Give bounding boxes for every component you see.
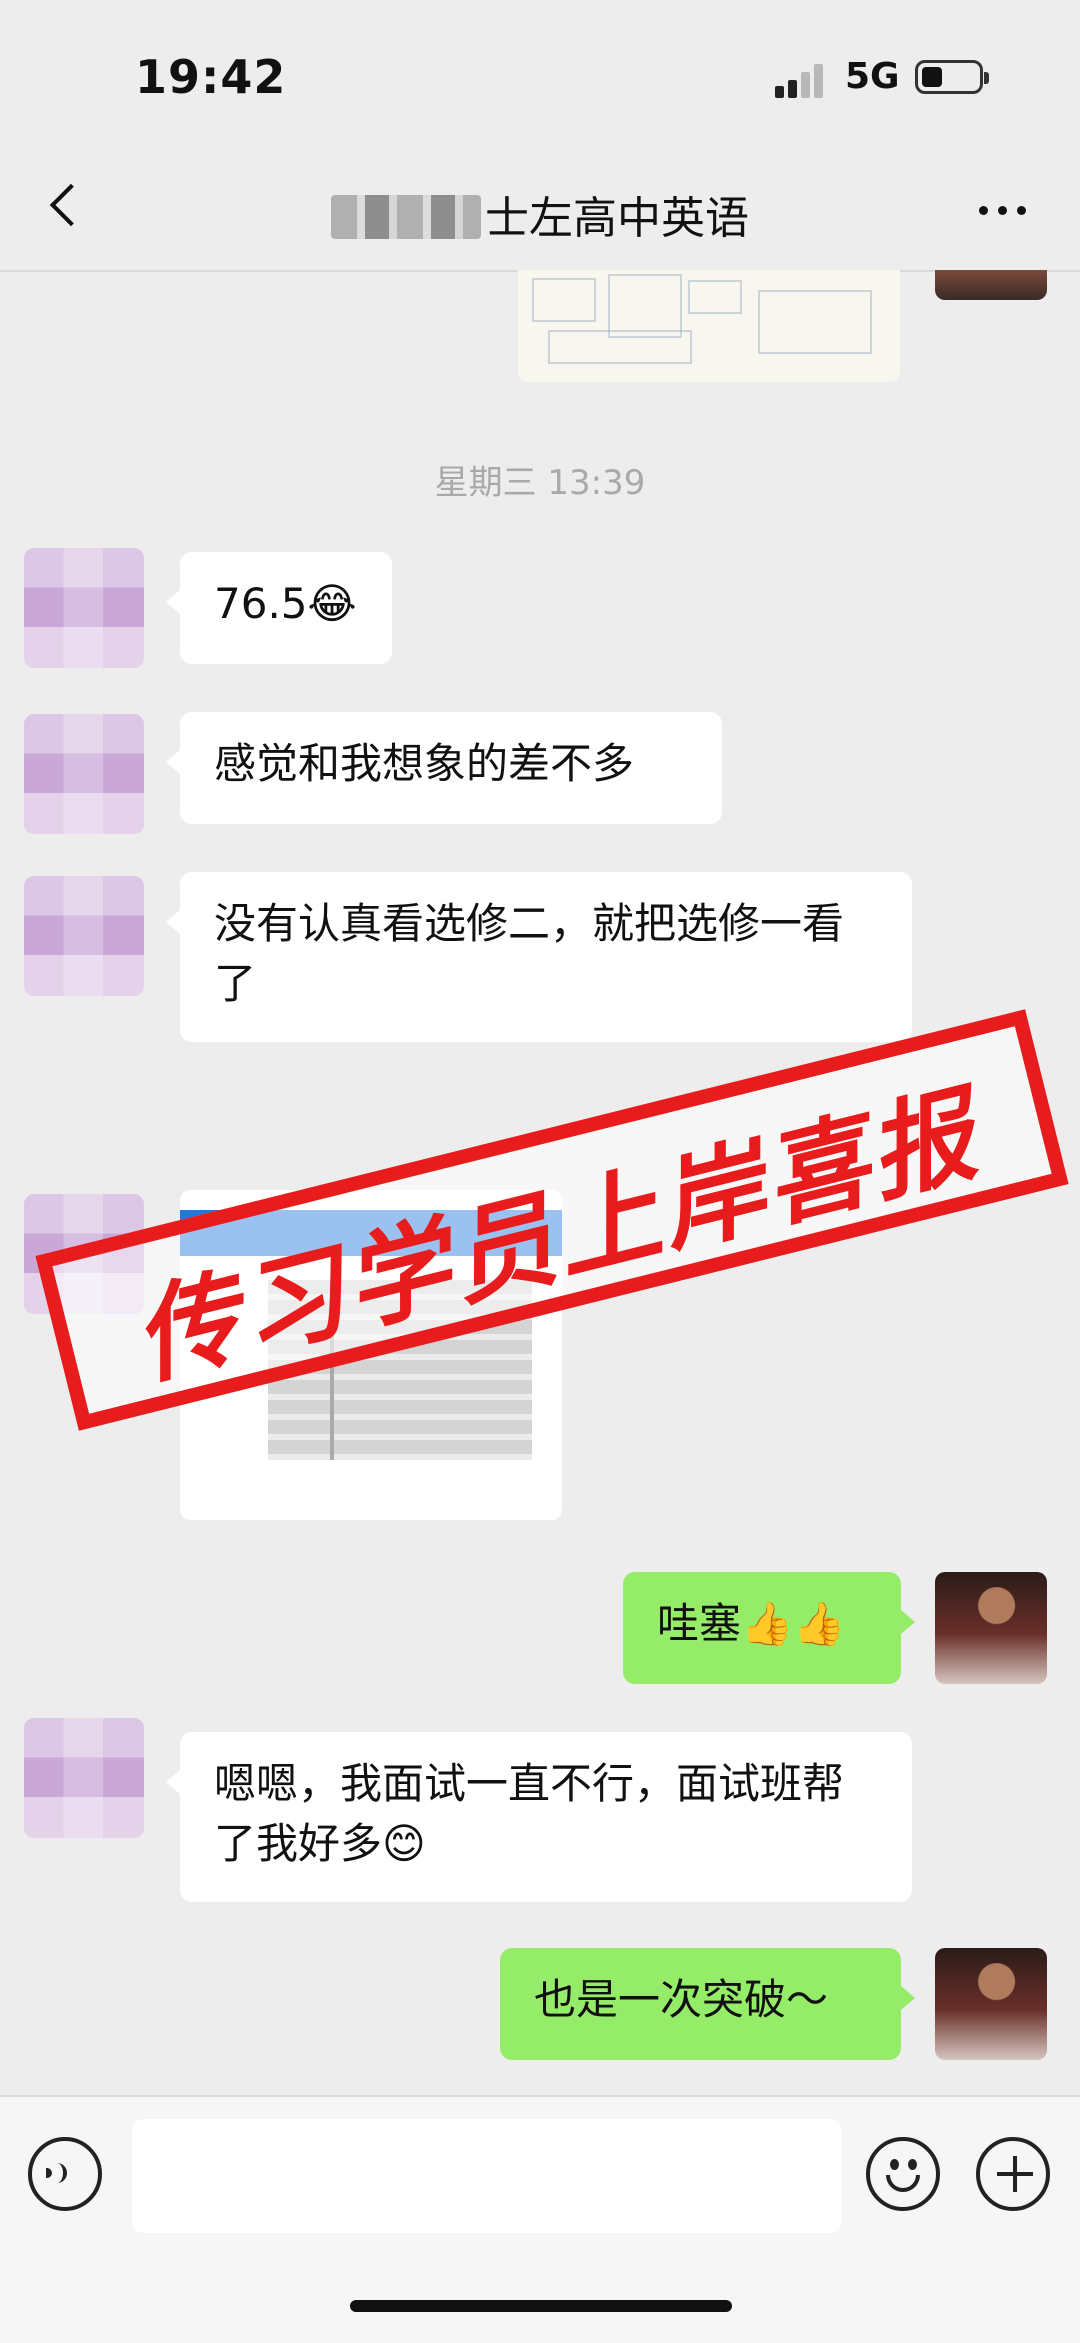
chat-title: 士左高中英语 xyxy=(0,182,1080,246)
message-bubble[interactable]: 没有认真看选修二，就把选修一看了 xyxy=(166,872,912,1042)
message-bubble[interactable]: 感觉和我想象的差不多 xyxy=(166,712,722,824)
avatar[interactable] xyxy=(935,1572,1047,1684)
avatar[interactable] xyxy=(24,714,144,834)
home-indicator[interactable] xyxy=(350,2300,732,2312)
battery-icon xyxy=(915,60,989,94)
message-timestamp: 星期三 13:39 xyxy=(434,463,646,503)
more-dots-icon[interactable] xyxy=(975,200,1031,220)
add-attachment-icon[interactable] xyxy=(976,2137,1050,2211)
message-bubble[interactable]: 76.5😂 xyxy=(166,552,392,664)
avatar[interactable] xyxy=(935,270,1047,300)
chat-title-text: 士左高中英语 xyxy=(485,193,749,244)
emoji-icon[interactable] xyxy=(866,2137,940,2211)
message-bubble[interactable]: 哇塞👍👍 xyxy=(623,1572,915,1684)
blurred-name xyxy=(331,195,481,239)
cellular-signal-icon xyxy=(775,62,827,98)
message-bubble[interactable]: 嗯嗯，我面试一直不行，面试班帮了我好多😊 xyxy=(166,1732,912,1902)
voice-input-icon[interactable] xyxy=(28,2137,102,2211)
status-bar: 19:42 5G xyxy=(0,0,1080,150)
avatar[interactable] xyxy=(24,1718,144,1838)
avatar[interactable] xyxy=(935,1948,1047,2060)
avatar[interactable] xyxy=(24,548,144,668)
message-input[interactable] xyxy=(132,2119,842,2233)
network-type: 5G xyxy=(845,56,900,97)
message-bubble[interactable]: 也是一次突破～ xyxy=(500,1948,915,2060)
chat-header: 士左高中英语 xyxy=(0,150,1080,272)
image-message[interactable] xyxy=(518,270,900,382)
avatar[interactable] xyxy=(24,876,144,996)
status-time: 19:42 xyxy=(135,50,287,104)
